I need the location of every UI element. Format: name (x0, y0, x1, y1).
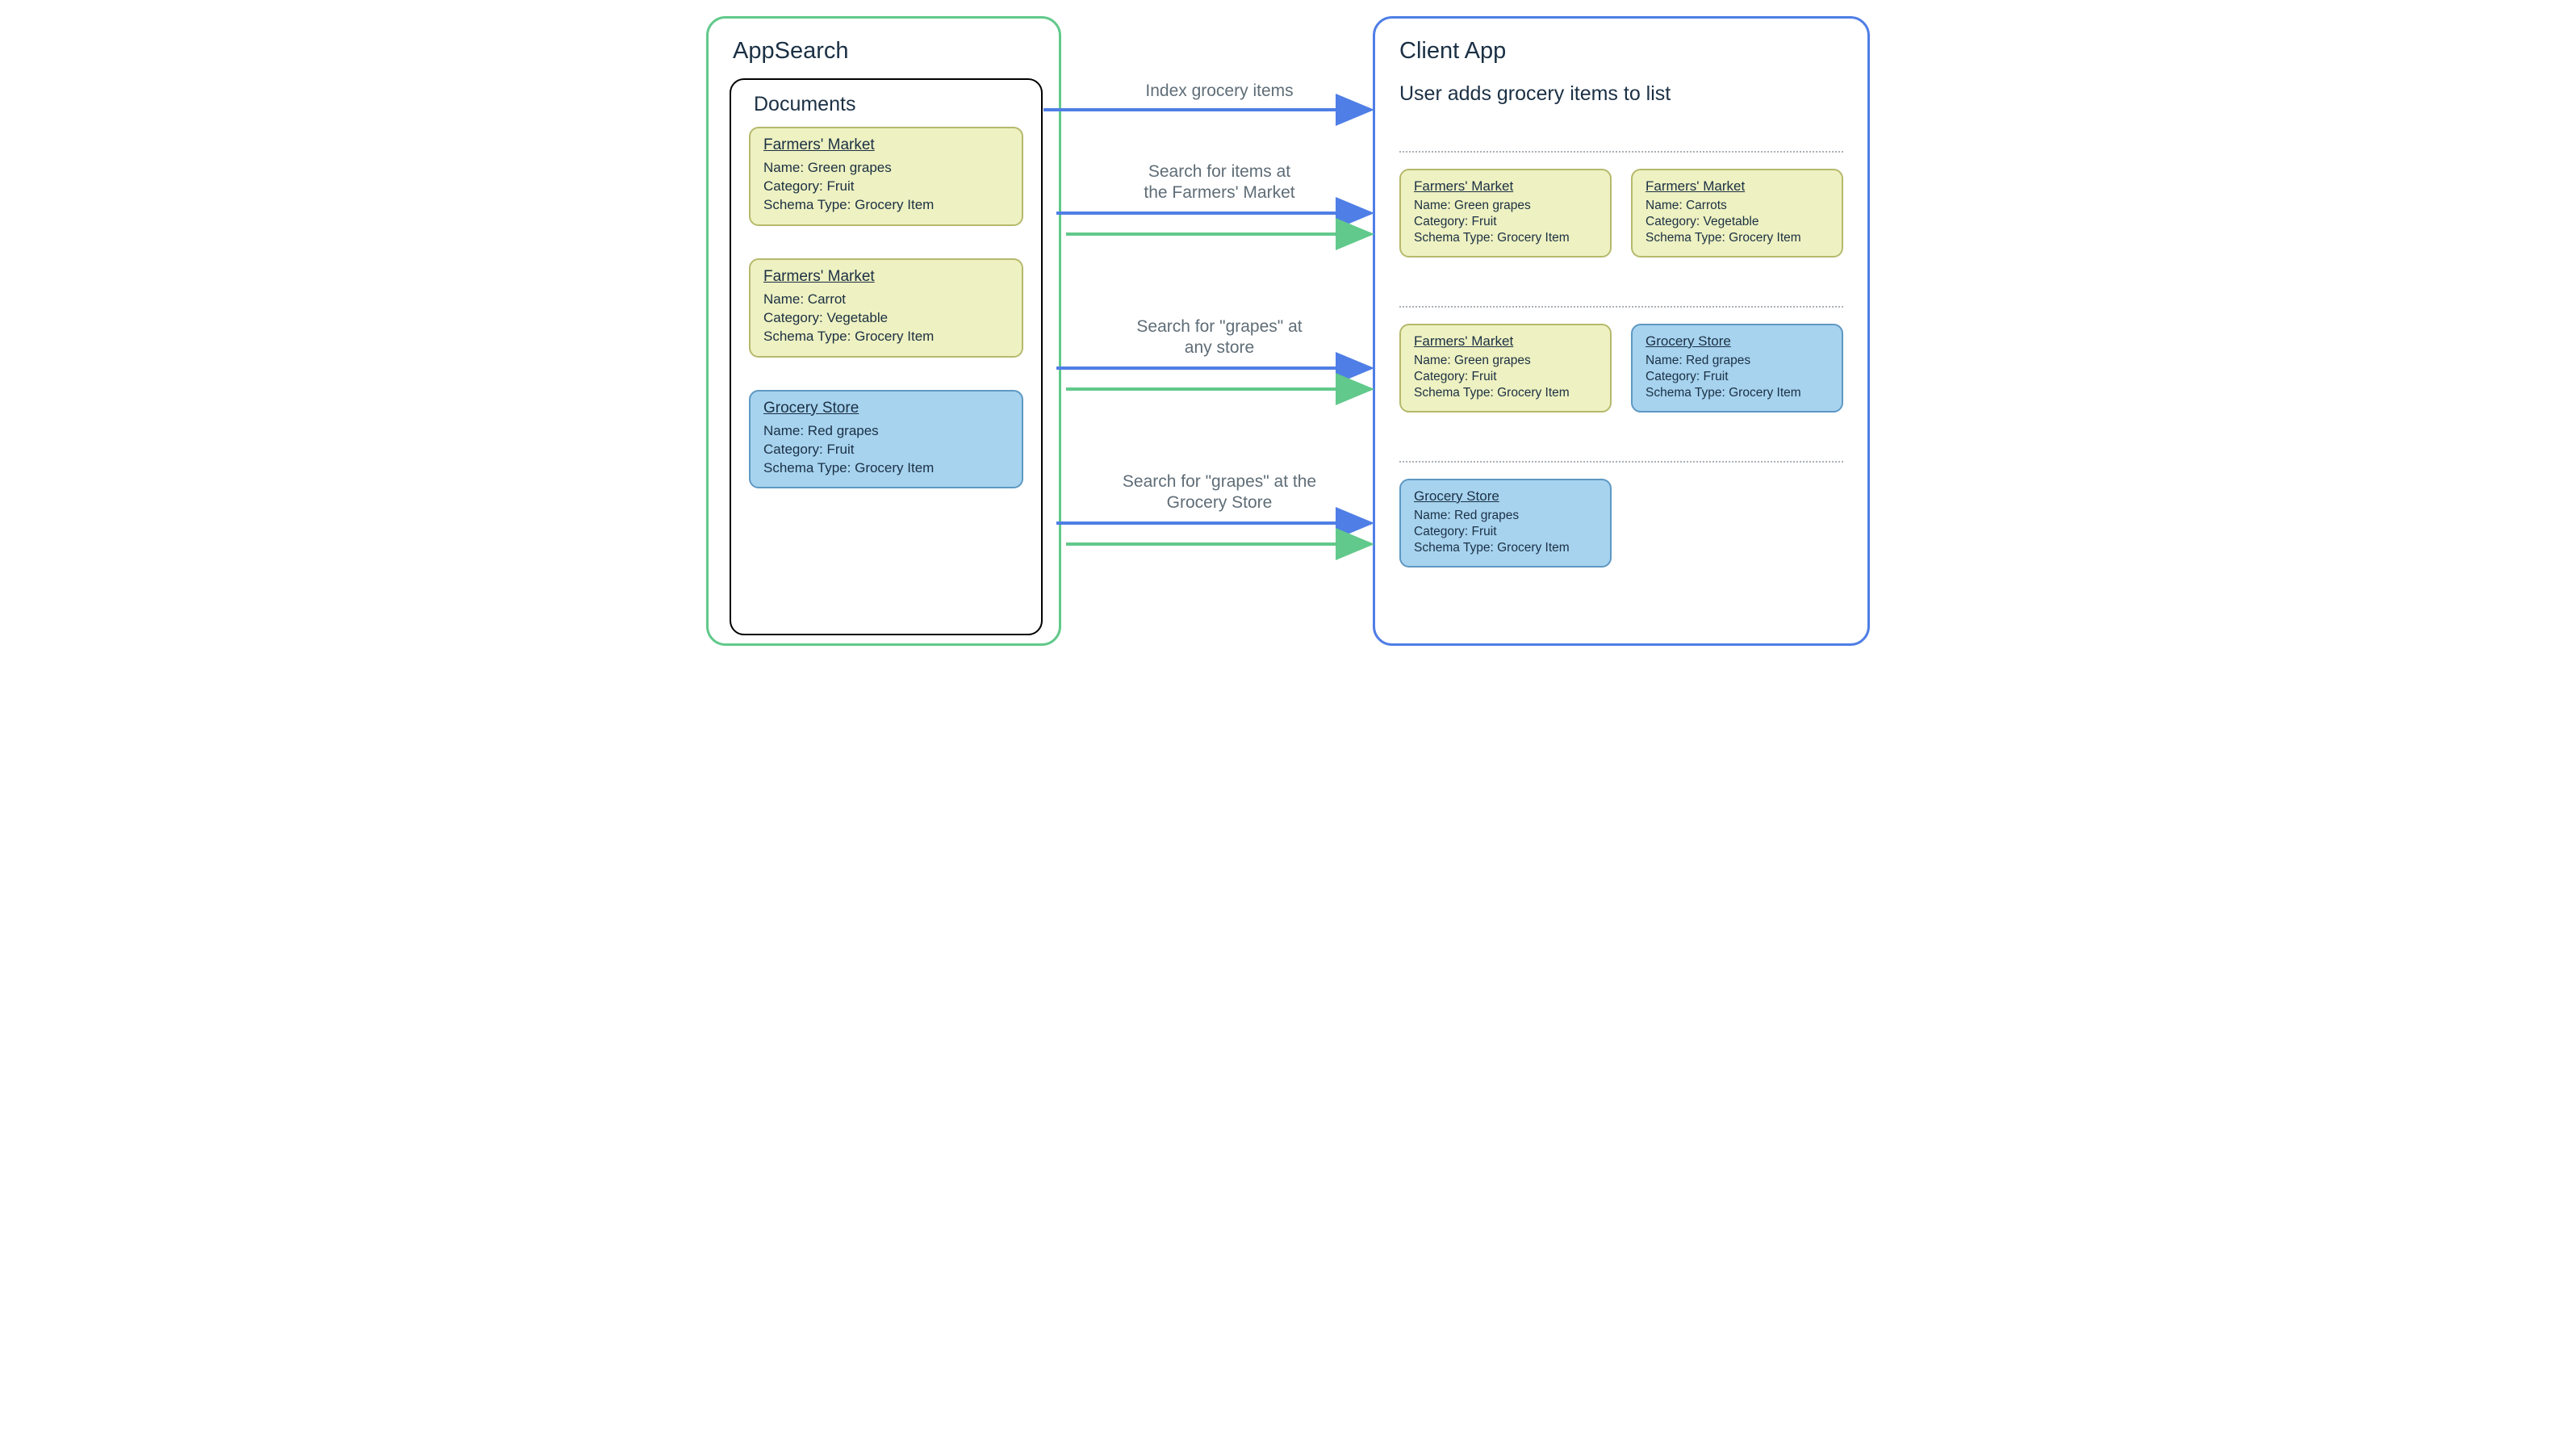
arrow-label-index: Index grocery items (1074, 81, 1365, 102)
arrow-label-search-any: Search for "grapes" atany store (1074, 316, 1365, 359)
result-store: Farmers' Market (1414, 333, 1597, 350)
result-line: Category: Fruit (1414, 524, 1597, 540)
divider-dots (1399, 461, 1843, 463)
clientapp-subtitle: User adds grocery items to list (1399, 82, 1867, 106)
result-store: Farmers' Market (1414, 178, 1597, 195)
result-row: Farmers' Market Name: Green grapes Categ… (1399, 169, 1843, 258)
divider-dots (1399, 306, 1843, 308)
clientapp-title: Client App (1399, 38, 1867, 65)
result-row: Grocery Store Name: Red grapes Category:… (1399, 479, 1843, 568)
result-card: Grocery Store Name: Red grapes Category:… (1399, 479, 1612, 568)
doc-line: Name: Green grapes (763, 159, 1009, 178)
appsearch-title: AppSearch (733, 38, 1059, 65)
result-card: Farmers' Market Name: Green grapes Categ… (1399, 324, 1612, 413)
arrow-label-search-grocery: Search for "grapes" at theGrocery Store (1074, 471, 1365, 514)
doc-card: Farmers' Market Name: Carrot Category: V… (749, 258, 1023, 358)
result-line: Category: Fruit (1414, 369, 1597, 385)
result-line: Category: Fruit (1646, 369, 1829, 385)
result-line: Category: Fruit (1414, 214, 1597, 230)
result-line: Schema Type: Grocery Item (1646, 230, 1829, 246)
result-line: Schema Type: Grocery Item (1414, 385, 1597, 401)
appsearch-panel: AppSearch Documents Farmers' Market Name… (706, 16, 1061, 646)
result-store: Farmers' Market (1646, 178, 1829, 195)
result-line: Name: Green grapes (1414, 353, 1597, 369)
result-store: Grocery Store (1646, 333, 1829, 350)
result-card: Grocery Store Name: Red grapes Category:… (1631, 324, 1843, 413)
doc-store: Farmers' Market (763, 136, 1009, 154)
divider-dots (1399, 151, 1843, 153)
result-line: Name: Green grapes (1414, 198, 1597, 214)
doc-store: Grocery Store (763, 400, 1009, 417)
doc-line: Schema Type: Grocery Item (763, 196, 1009, 215)
diagram-canvas: AppSearch Documents Farmers' Market Name… (695, 0, 1881, 665)
result-store: Grocery Store (1414, 488, 1597, 505)
doc-line: Category: Fruit (763, 178, 1009, 196)
result-line: Schema Type: Grocery Item (1414, 540, 1597, 556)
result-line: Schema Type: Grocery Item (1414, 230, 1597, 246)
result-row: Farmers' Market Name: Green grapes Categ… (1399, 324, 1843, 413)
doc-card: Farmers' Market Name: Green grapes Categ… (749, 127, 1023, 226)
doc-line: Category: Vegetable (763, 309, 1009, 328)
result-line: Name: Red grapes (1646, 353, 1829, 369)
doc-store: Farmers' Market (763, 268, 1009, 286)
documents-title: Documents (754, 93, 1041, 116)
documents-box: Documents Farmers' Market Name: Green gr… (730, 78, 1043, 635)
documents-column: Farmers' Market Name: Green grapes Categ… (749, 127, 1023, 488)
doc-line: Schema Type: Grocery Item (763, 328, 1009, 346)
doc-line: Schema Type: Grocery Item (763, 459, 1009, 478)
doc-line: Name: Red grapes (763, 422, 1009, 441)
doc-line: Name: Carrot (763, 291, 1009, 309)
result-card: Farmers' Market Name: Carrots Category: … (1631, 169, 1843, 258)
result-line: Category: Vegetable (1646, 214, 1829, 230)
result-line: Name: Carrots (1646, 198, 1829, 214)
result-line: Name: Red grapes (1414, 508, 1597, 524)
clientapp-panel: Client App User adds grocery items to li… (1373, 16, 1870, 646)
doc-card: Grocery Store Name: Red grapes Category:… (749, 390, 1023, 489)
result-card: Farmers' Market Name: Green grapes Categ… (1399, 169, 1612, 258)
result-line: Schema Type: Grocery Item (1646, 385, 1829, 401)
arrow-label-search-farmers: Search for items atthe Farmers' Market (1074, 161, 1365, 204)
doc-line: Category: Fruit (763, 441, 1009, 459)
